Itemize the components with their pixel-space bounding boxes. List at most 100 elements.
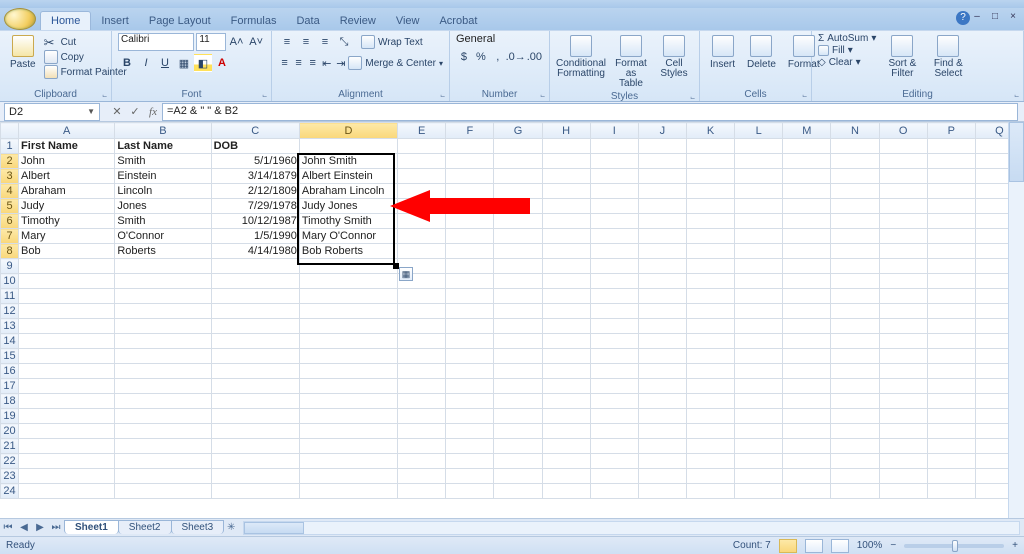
row-header-13[interactable]: 13 (1, 319, 19, 334)
cell-D14[interactable] (299, 334, 397, 349)
cell-E11[interactable] (398, 289, 446, 304)
cell-I20[interactable] (590, 424, 638, 439)
cell-C3[interactable]: 3/14/1879 (211, 169, 299, 184)
fx-icon[interactable]: fx (144, 106, 162, 118)
cell-F10[interactable] (446, 274, 494, 289)
cell-F5[interactable] (446, 199, 494, 214)
cell-L9[interactable] (735, 259, 783, 274)
cell-H14[interactable] (542, 334, 590, 349)
row-header-23[interactable]: 23 (1, 469, 19, 484)
cell-M11[interactable] (783, 289, 831, 304)
zoom-out-button[interactable]: − (890, 540, 896, 551)
cell-A7[interactable]: Mary (19, 229, 115, 244)
cell-E4[interactable] (398, 184, 446, 199)
cell-K15[interactable] (686, 349, 734, 364)
cell-A14[interactable] (19, 334, 115, 349)
cell-N15[interactable] (831, 349, 879, 364)
cell-P18[interactable] (927, 394, 975, 409)
cell-K21[interactable] (686, 439, 734, 454)
cell-J20[interactable] (638, 424, 686, 439)
cell-P9[interactable] (927, 259, 975, 274)
cell-G9[interactable] (494, 259, 542, 274)
cell-B18[interactable] (115, 394, 211, 409)
cell-C23[interactable] (211, 469, 299, 484)
cell-P15[interactable] (927, 349, 975, 364)
tab-acrobat[interactable]: Acrobat (429, 12, 487, 30)
col-header-O[interactable]: O (879, 123, 927, 139)
cell-H20[interactable] (542, 424, 590, 439)
cell-H24[interactable] (542, 484, 590, 499)
cell-L13[interactable] (735, 319, 783, 334)
cell-J22[interactable] (638, 454, 686, 469)
cell-M19[interactable] (783, 409, 831, 424)
cell-H17[interactable] (542, 379, 590, 394)
orientation-button[interactable]: ⤡ (335, 33, 353, 51)
minimize-icon[interactable]: – (970, 10, 984, 22)
row-header-4[interactable]: 4 (1, 184, 19, 199)
cell-G5[interactable] (494, 199, 542, 214)
cell-O21[interactable] (879, 439, 927, 454)
cell-C12[interactable] (211, 304, 299, 319)
cell-N10[interactable] (831, 274, 879, 289)
cell-M17[interactable] (783, 379, 831, 394)
cell-P6[interactable] (927, 214, 975, 229)
cell-E1[interactable] (398, 139, 446, 154)
cell-D10[interactable] (299, 274, 397, 289)
tab-view[interactable]: View (386, 12, 430, 30)
cell-C13[interactable] (211, 319, 299, 334)
view-page-layout-button[interactable] (805, 539, 823, 553)
cell-O18[interactable] (879, 394, 927, 409)
cell-E15[interactable] (398, 349, 446, 364)
align-middle-button[interactable]: ≡ (297, 33, 315, 51)
cell-P10[interactable] (927, 274, 975, 289)
cell-B24[interactable] (115, 484, 211, 499)
align-top-button[interactable]: ≡ (278, 33, 296, 51)
col-header-N[interactable]: N (831, 123, 879, 139)
cell-K7[interactable] (686, 229, 734, 244)
row-header-24[interactable]: 24 (1, 484, 19, 499)
cell-N14[interactable] (831, 334, 879, 349)
cell-K4[interactable] (686, 184, 734, 199)
autosum-button[interactable]: Σ AutoSum ▾ (818, 33, 876, 44)
col-header-B[interactable]: B (115, 123, 211, 139)
cell-H3[interactable] (542, 169, 590, 184)
cell-P22[interactable] (927, 454, 975, 469)
tab-home[interactable]: Home (40, 11, 91, 30)
cell-N3[interactable] (831, 169, 879, 184)
cell-H11[interactable] (542, 289, 590, 304)
cell-H4[interactable] (542, 184, 590, 199)
cell-M12[interactable] (783, 304, 831, 319)
view-page-break-button[interactable] (831, 539, 849, 553)
cell-G3[interactable] (494, 169, 542, 184)
cell-H16[interactable] (542, 364, 590, 379)
cell-B3[interactable]: Einstein (115, 169, 211, 184)
cell-F12[interactable] (446, 304, 494, 319)
cell-L2[interactable] (735, 154, 783, 169)
cell-H10[interactable] (542, 274, 590, 289)
cell-C8[interactable]: 4/14/1980 (211, 244, 299, 259)
cell-I8[interactable] (590, 244, 638, 259)
cell-J4[interactable] (638, 184, 686, 199)
cell-I18[interactable] (590, 394, 638, 409)
cell-J15[interactable] (638, 349, 686, 364)
cell-F14[interactable] (446, 334, 494, 349)
cell-N24[interactable] (831, 484, 879, 499)
row-header-11[interactable]: 11 (1, 289, 19, 304)
cell-K10[interactable] (686, 274, 734, 289)
col-header-A[interactable]: A (19, 123, 115, 139)
cell-P13[interactable] (927, 319, 975, 334)
cell-D21[interactable] (299, 439, 397, 454)
row-header-7[interactable]: 7 (1, 229, 19, 244)
cell-D4[interactable]: Abraham Lincoln (299, 184, 397, 199)
wrap-text-button[interactable]: Wrap Text (361, 33, 423, 51)
cell-L15[interactable] (735, 349, 783, 364)
delete-cells-button[interactable]: Delete (743, 33, 780, 72)
number-format-select[interactable]: General (456, 33, 546, 45)
cell-D19[interactable] (299, 409, 397, 424)
cell-P11[interactable] (927, 289, 975, 304)
cell-I11[interactable] (590, 289, 638, 304)
cell-B5[interactable]: Jones (115, 199, 211, 214)
cell-H13[interactable] (542, 319, 590, 334)
cell-N5[interactable] (831, 199, 879, 214)
tab-formulas[interactable]: Formulas (221, 12, 287, 30)
